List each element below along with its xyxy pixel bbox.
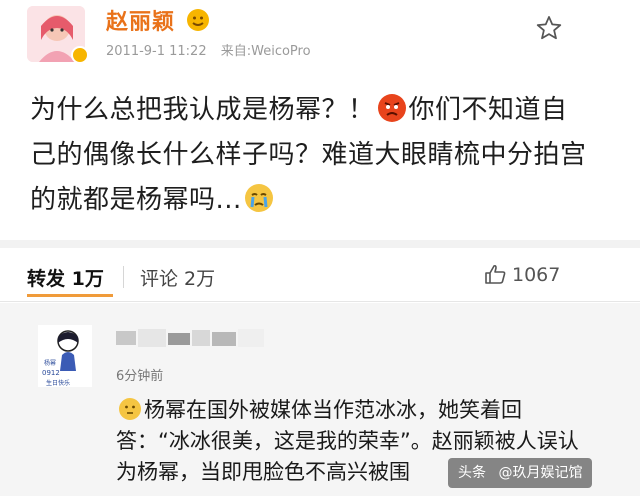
section-divider — [0, 240, 640, 248]
like-count: 1067 — [512, 264, 561, 286]
like-button[interactable]: 1067 — [484, 264, 560, 286]
post-username[interactable]: 赵丽颖 — [106, 4, 175, 36]
watermark-platform: 头条 — [458, 465, 486, 481]
thumbs-up-icon — [485, 264, 506, 284]
favorite-star-icon[interactable] — [535, 14, 563, 42]
comment-time: 6分钟前 — [116, 369, 164, 384]
watermark-separator — [490, 465, 494, 481]
crying-face-icon — [244, 184, 273, 212]
thinking-face-icon — [119, 398, 141, 420]
active-tab-indicator — [27, 294, 113, 297]
vip-badge-icon — [71, 46, 89, 64]
post-action-bar: 转发 1万 评论 2万 1067 — [0, 250, 640, 302]
tab-repost[interactable]: 转发 1万 — [27, 264, 104, 291]
svg-text:0912: 0912 — [42, 369, 60, 377]
post-content: 为什么总把我认成是杨幂？！ 你们不知道自己的偶像长什么样子吗？难道大眼睛梳中分拍宫… — [30, 88, 590, 223]
watermark: 头条 @玖月娱记馆 — [448, 458, 593, 488]
commenter-name-redacted — [116, 329, 264, 347]
post-text-1: 为什么总把我认成是杨幂？！ — [30, 95, 375, 125]
action-divider — [123, 266, 124, 288]
watermark-account: @玖月娱记馆 — [498, 465, 583, 481]
tab-comment[interactable]: 评论 2万 — [140, 264, 215, 291]
commenter-avatar[interactable]: 杨幂 0912 生日快乐 — [38, 325, 92, 387]
angry-face-icon — [377, 94, 406, 122]
post-timestamp: 2011-9-1 11:22 — [106, 44, 207, 59]
user-tag-icon — [187, 9, 209, 31]
svg-text:杨幂: 杨幂 — [44, 359, 56, 367]
svg-text:生日快乐: 生日快乐 — [46, 379, 70, 387]
weibo-post: 赵丽颖 2011-9-1 11:22 来自:WeicoPro 为什么总把我认成是… — [0, 0, 640, 248]
post-source[interactable]: 来自:WeicoPro — [221, 44, 311, 59]
post-meta: 2011-9-1 11:22 来自:WeicoPro — [106, 40, 321, 59]
